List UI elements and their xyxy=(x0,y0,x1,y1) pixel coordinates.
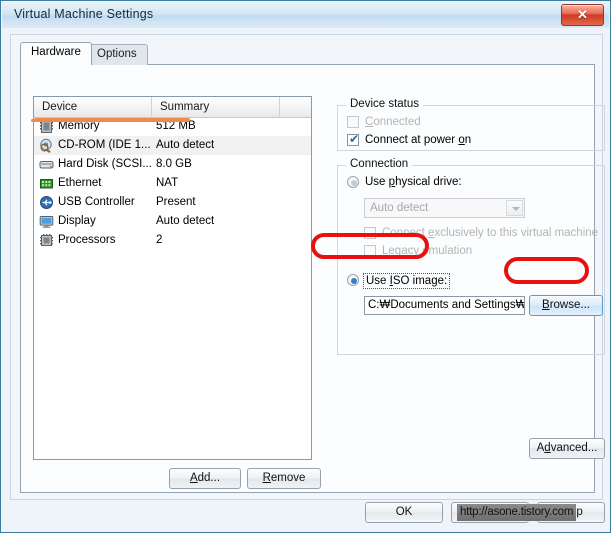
watermark-overlay: http://asone.tistory.com xyxy=(457,504,577,521)
remove-button[interactable]: Remove xyxy=(247,468,321,489)
device-name: Processors xyxy=(58,234,116,246)
checkbox-box: ✔ xyxy=(347,132,360,146)
device-list-header: Device Summary xyxy=(34,97,311,118)
add-button[interactable]: Add... xyxy=(169,468,241,489)
device-name: Ethernet xyxy=(58,177,102,189)
use-iso-image-label: Use ISO image: xyxy=(363,273,451,289)
cdrom-icon xyxy=(39,138,54,154)
title-bar: Virtual Machine Settings ✕ xyxy=(2,2,609,29)
device-name: USB Controller xyxy=(58,196,135,208)
column-header-device[interactable]: Device xyxy=(34,97,152,117)
table-row[interactable]: Processors 2 xyxy=(34,231,311,250)
usb-icon xyxy=(39,195,54,210)
iso-path-value: C:₩Documents and Settings₩n. xyxy=(368,299,525,311)
device-list-rows: Memory 512 MB CD-ROM (IDE 1... Auto dete… xyxy=(34,117,311,459)
close-icon: ✕ xyxy=(577,7,588,22)
tab-hardware[interactable]: Hardware xyxy=(20,42,92,65)
connected-label: Connected xyxy=(365,116,421,128)
browse-button[interactable]: Browse... xyxy=(529,295,603,316)
checkbox-box xyxy=(364,245,376,257)
device-summary: 512 MB xyxy=(156,120,196,132)
radio-circle xyxy=(347,176,359,188)
device-summary: 2 xyxy=(156,234,163,246)
display-icon xyxy=(39,214,54,229)
device-summary: NAT xyxy=(156,177,179,189)
column-header-extra[interactable] xyxy=(280,97,311,117)
table-row[interactable]: Ethernet NAT xyxy=(34,174,311,193)
ok-button[interactable]: OK xyxy=(365,502,443,523)
memory-icon xyxy=(39,119,54,134)
virtual-machine-settings-window: Virtual Machine Settings ✕ Hardware Opti… xyxy=(0,0,611,533)
checkbox-box xyxy=(364,227,376,239)
processor-icon xyxy=(39,233,54,248)
device-name: Memory xyxy=(58,120,100,132)
legacy-emulation-label: Legacy emulation xyxy=(382,245,473,257)
iso-path-input[interactable]: C:₩Documents and Settings₩n. xyxy=(364,296,525,315)
table-row[interactable]: Hard Disk (SCSI... 8.0 GB xyxy=(34,155,311,174)
device-summary: Auto detect xyxy=(156,139,215,151)
close-button[interactable]: ✕ xyxy=(561,4,604,26)
connect-at-power-on-label: Connect at power on xyxy=(365,134,472,146)
harddisk-icon xyxy=(39,157,54,172)
checkmark-icon: ✔ xyxy=(349,132,360,146)
connection-group: Connection xyxy=(337,158,605,355)
device-summary: Present xyxy=(156,196,196,208)
hardware-tab-page: Device Summary Memory 512 MB CD-ROM (IDE… xyxy=(20,64,605,493)
table-row[interactable]: USB Controller Present xyxy=(34,193,311,212)
device-summary: Auto detect xyxy=(156,215,215,227)
advanced-button[interactable]: Advanced... xyxy=(529,438,605,459)
ethernet-icon xyxy=(39,176,54,191)
device-name: Display xyxy=(58,215,96,227)
column-header-summary[interactable]: Summary xyxy=(152,97,280,117)
physical-drive-value: Auto detect xyxy=(370,202,429,214)
table-row[interactable]: CD-ROM (IDE 1... Auto detect xyxy=(34,136,311,155)
chevron-down-icon[interactable] xyxy=(506,200,523,216)
connection-title: Connection xyxy=(346,158,413,170)
device-status-title: Device status xyxy=(346,98,424,110)
connect-exclusively-label: Connect exclusively to this virtual mach… xyxy=(382,227,599,239)
use-physical-drive-label: Use physical drive: xyxy=(365,176,462,188)
table-row[interactable]: Memory 512 MB xyxy=(34,117,311,136)
device-name: CD-ROM (IDE 1... xyxy=(58,139,151,151)
physical-drive-select[interactable]: Auto detect xyxy=(364,198,525,218)
dialog-panel: Hardware Options Device Summary Memory 5… xyxy=(10,34,605,500)
dialog-body: Hardware Options Device Summary Memory 5… xyxy=(2,28,609,531)
device-name: Hard Disk (SCSI... xyxy=(58,158,152,170)
device-list[interactable]: Device Summary Memory 512 MB CD-ROM (IDE… xyxy=(33,96,312,460)
checkbox-box xyxy=(347,116,359,128)
radio-circle xyxy=(347,274,359,286)
device-summary: 8.0 GB xyxy=(156,158,192,170)
table-row[interactable]: Display Auto detect xyxy=(34,212,311,231)
window-title: Virtual Machine Settings xyxy=(14,7,154,21)
tab-options[interactable]: Options xyxy=(86,44,148,65)
